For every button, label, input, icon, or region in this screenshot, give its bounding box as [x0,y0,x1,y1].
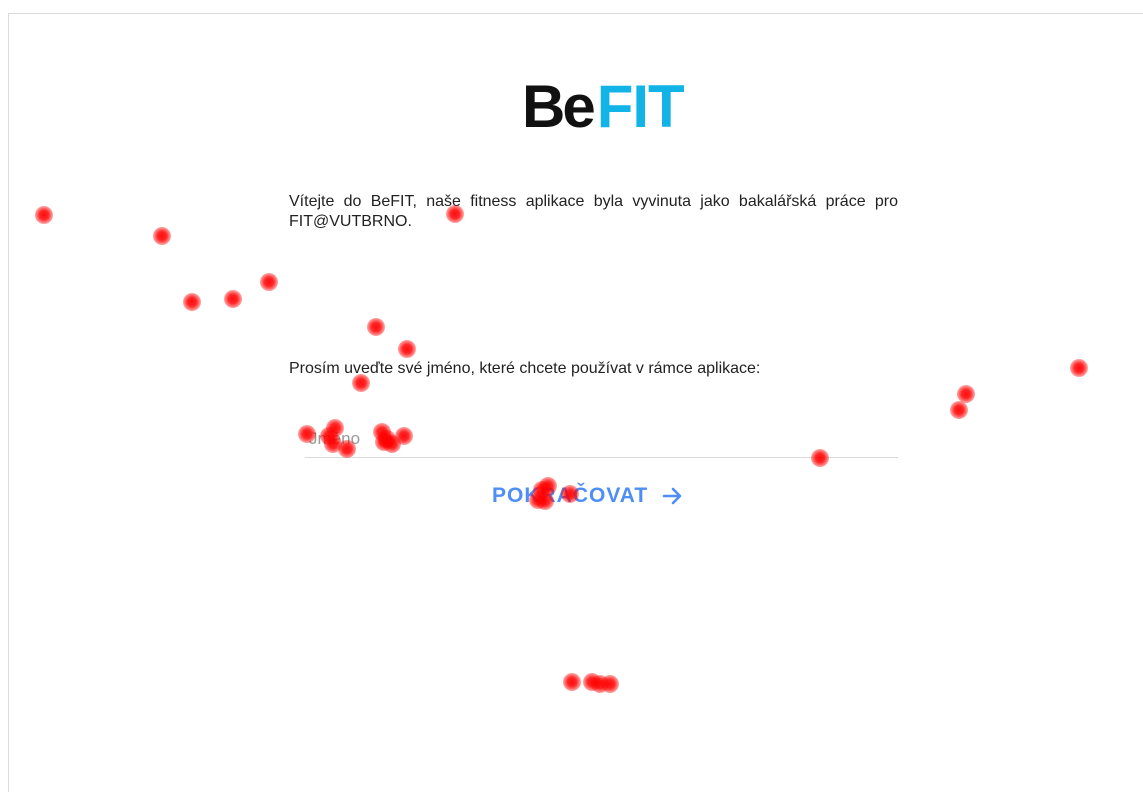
arrow-right-icon [662,487,682,505]
continue-button[interactable]: POKRAČOVAT [488,478,688,514]
befit-logo: Be FIT [522,73,685,140]
logo-be-text: Be [522,73,596,140]
welcome-text: Vítejte do BeFIT, naše fitness aplikace … [289,193,898,230]
logo-fit-text: FIT [596,73,685,140]
name-prompt: Prosím uveďte své jméno, které chcete po… [289,360,761,377]
continue-button-label: POKRAČOVAT [492,484,649,507]
name-input[interactable] [305,420,898,458]
